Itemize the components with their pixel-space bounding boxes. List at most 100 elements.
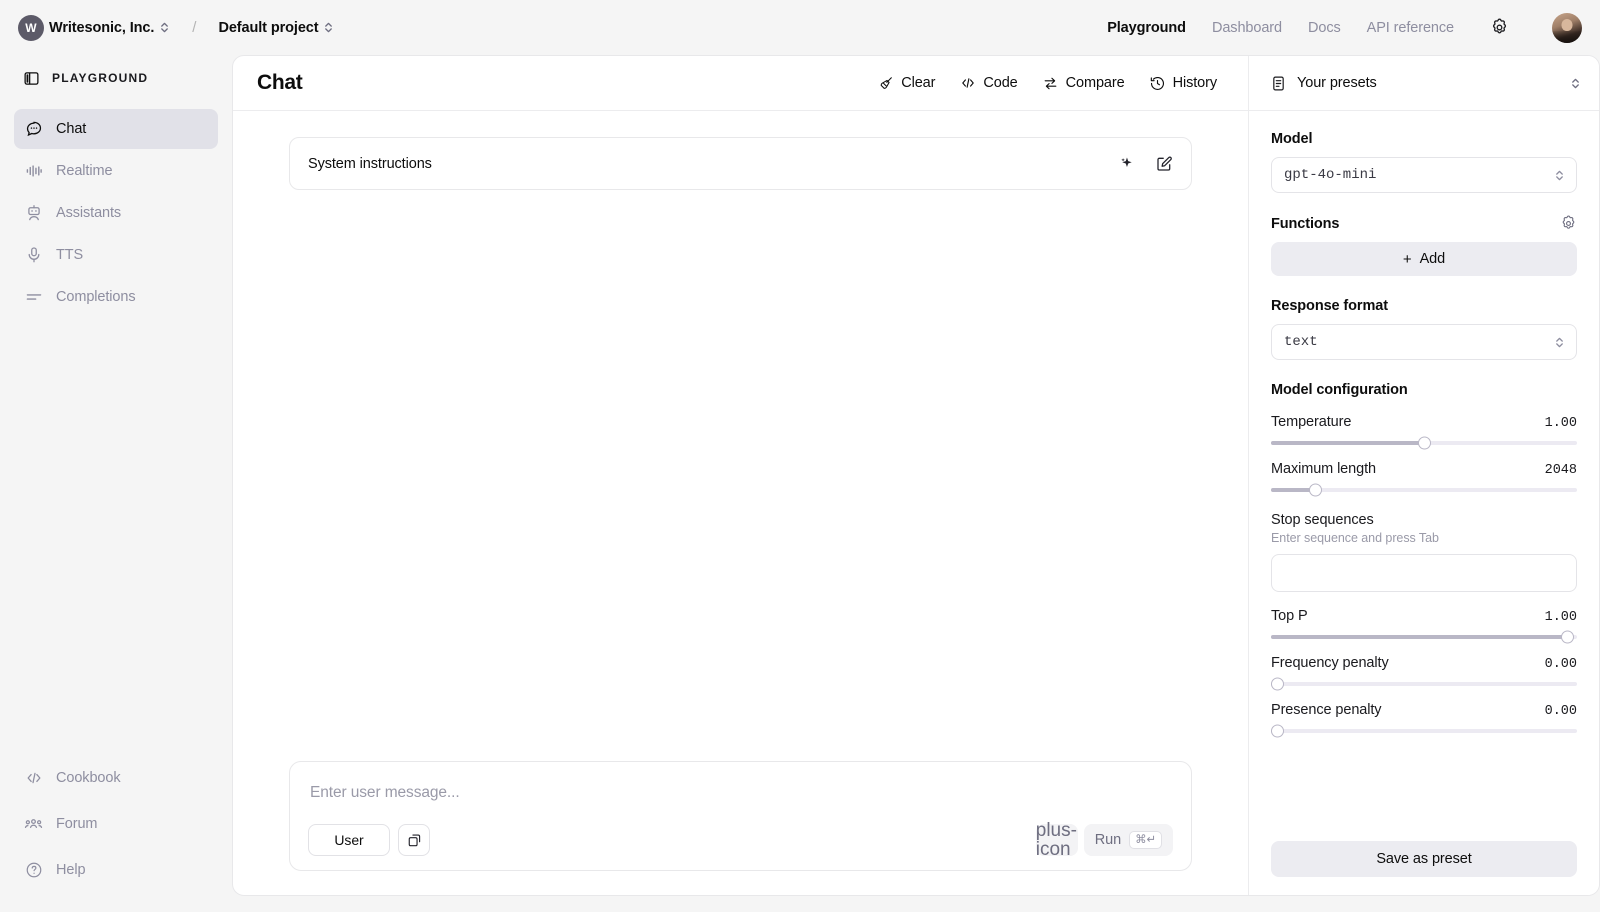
sidebar-item-label: TTS [56, 247, 84, 263]
response-format-label: Response format [1271, 298, 1388, 314]
sidebar-item-tts[interactable]: TTS [14, 235, 218, 275]
model-field: Model gpt-4o-mini [1271, 131, 1577, 193]
gear-icon[interactable] [1560, 215, 1577, 232]
sidebar-item-label: Help [56, 862, 86, 878]
org-name: Writesonic, Inc. [49, 19, 155, 36]
code-brackets-icon [24, 769, 43, 788]
org-avatar: W [18, 14, 44, 41]
add-function-button[interactable]: + Add [1271, 242, 1577, 276]
history-button-label: History [1172, 75, 1218, 91]
functions-label: Functions [1271, 215, 1340, 232]
maximum-length-row: Maximum length 2048 [1271, 461, 1577, 478]
audio-waveform-icon [24, 162, 43, 181]
response-format-field: Response format text [1271, 298, 1577, 360]
system-instructions-box[interactable]: System instructions [289, 137, 1192, 190]
top-nav-playground[interactable]: Playground [1107, 20, 1186, 36]
playground-app: W Writesonic, Inc. / Default project Pla… [0, 0, 1600, 912]
code-button[interactable]: Code [950, 69, 1026, 98]
sidebar: PLAYGROUND Chat Realtime Assistants TTS … [0, 55, 232, 912]
slider-fill [1271, 635, 1568, 639]
temperature-slider[interactable] [1271, 436, 1577, 450]
chat-column: Chat Clear Code Compare History System i… [233, 56, 1248, 895]
sparkle-icon[interactable] [1115, 153, 1137, 175]
chevron-updown-icon [1570, 76, 1581, 91]
maximum-length-slider[interactable] [1271, 483, 1577, 497]
people-icon [24, 815, 43, 834]
playground-card: Chat Clear Code Compare History System i… [232, 55, 1600, 896]
add-message-button[interactable]: plus-icon [1035, 821, 1078, 859]
settings-panel: Your presets Model gpt-4o-mini Functions… [1248, 56, 1599, 895]
temperature-value: 1.00 [1544, 416, 1577, 431]
clear-button[interactable]: Clear [868, 69, 944, 98]
clock-history-icon [1149, 75, 1166, 92]
model-select-value: gpt-4o-mini [1284, 167, 1377, 183]
model-configuration-section: Model configuration Temperature 1.00 Max… [1270, 382, 1577, 738]
your-presets-selector[interactable]: Your presets [1249, 56, 1599, 111]
sidebar-item-assistants[interactable]: Assistants [14, 193, 218, 233]
sidebar-item-cookbook[interactable]: Cookbook [14, 758, 218, 798]
save-as-preset-button[interactable]: Save as preset [1271, 841, 1577, 877]
slider-knob[interactable] [1417, 436, 1431, 450]
project-selector[interactable]: Default project [218, 20, 334, 36]
main-area: Chat Clear Code Compare History System i… [232, 55, 1600, 912]
top-nav-dashboard[interactable]: Dashboard [1212, 20, 1282, 36]
run-button-label: Run [1094, 832, 1122, 848]
top-p-label: Top P [1271, 608, 1308, 624]
sidebar-item-label: Realtime [56, 163, 113, 179]
sidebar-item-label: Chat [56, 121, 87, 137]
system-instructions-tools [1115, 153, 1175, 175]
avatar[interactable] [1552, 12, 1582, 43]
add-function-label: Add [1419, 251, 1446, 267]
stop-sequences-field: Stop sequences Enter sequence and press … [1271, 512, 1577, 592]
stop-sequences-input[interactable] [1271, 554, 1577, 592]
run-shortcut-kbd: ⌘↵ [1129, 830, 1162, 850]
chevron-updown-icon [1554, 335, 1565, 350]
body: PLAYGROUND Chat Realtime Assistants TTS … [0, 55, 1600, 912]
role-selector-button[interactable]: User [308, 824, 390, 856]
presence-penalty-value: 0.00 [1544, 704, 1577, 719]
composer-controls: User plus-icon Run ⌘↵ [308, 821, 1173, 859]
frequency-penalty-row: Frequency penalty 0.00 [1271, 655, 1577, 672]
settings-footer: Save as preset [1249, 841, 1599, 895]
chevron-updown-icon [323, 20, 334, 35]
user-message-input[interactable]: Enter user message... [308, 780, 1173, 824]
sidebar-item-completions[interactable]: Completions [14, 277, 218, 317]
frequency-penalty-slider[interactable] [1270, 677, 1577, 691]
slider-knob[interactable] [1270, 677, 1284, 691]
top-p-value: 1.00 [1544, 610, 1577, 625]
code-button-label: Code [983, 75, 1018, 91]
model-select[interactable]: gpt-4o-mini [1271, 157, 1577, 193]
gear-icon[interactable] [1486, 15, 1512, 41]
pencil-square-icon[interactable] [1153, 153, 1175, 175]
slider-knob[interactable] [1561, 630, 1575, 644]
sidebar-item-help[interactable]: Help [14, 850, 218, 890]
sidebar-item-label: Cookbook [56, 770, 121, 786]
stop-sequences-hint: Enter sequence and press Tab [1271, 531, 1439, 545]
response-format-select[interactable]: text [1271, 324, 1577, 360]
chat-bubble-icon [24, 120, 43, 139]
temperature-row: Temperature 1.00 [1271, 414, 1577, 431]
slider-knob[interactable] [1270, 724, 1284, 738]
run-button[interactable]: Run ⌘↵ [1083, 824, 1173, 856]
model-label: Model [1271, 131, 1313, 147]
settings-body: Model gpt-4o-mini Functions + Add Respon… [1249, 111, 1599, 841]
sidebar-item-forum[interactable]: Forum [14, 804, 218, 844]
compare-button-label: Compare [1065, 75, 1125, 91]
top-nav-api-reference[interactable]: API reference [1367, 20, 1454, 36]
history-button[interactable]: History [1140, 69, 1226, 98]
duplicate-icon[interactable] [398, 824, 430, 856]
sidebar-item-label: Assistants [56, 205, 122, 221]
sidebar-bottom-nav: Cookbook Forum Help [14, 758, 218, 896]
sidebar-item-realtime[interactable]: Realtime [14, 151, 218, 191]
chat-messages-area [289, 190, 1192, 761]
model-configuration-label: Model configuration [1271, 382, 1408, 398]
top-p-slider[interactable] [1271, 630, 1577, 644]
org-selector[interactable]: W Writesonic, Inc. [18, 14, 170, 41]
slider-knob[interactable] [1308, 483, 1322, 497]
sidebar-header[interactable]: PLAYGROUND [14, 55, 218, 101]
compare-button[interactable]: Compare [1033, 69, 1134, 98]
top-nav-docs[interactable]: Docs [1308, 20, 1341, 36]
frequency-penalty-value: 0.00 [1544, 657, 1577, 672]
sidebar-item-chat[interactable]: Chat [14, 109, 218, 149]
presence-penalty-slider[interactable] [1270, 724, 1577, 738]
